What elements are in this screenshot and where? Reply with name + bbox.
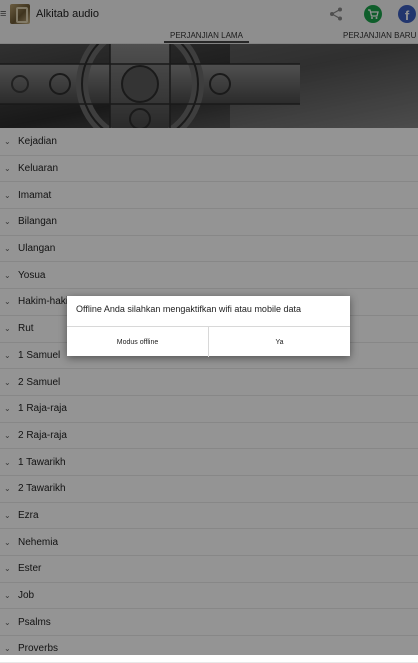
offline-dialog: Offline Anda silahkan mengaktifkan wifi …	[67, 296, 350, 357]
offline-mode-button[interactable]: Modus offline	[67, 327, 208, 357]
yes-button[interactable]: Ya	[208, 327, 350, 357]
dialog-buttons: Modus offline Ya	[67, 326, 350, 357]
dialog-message: Offline Anda silahkan mengaktifkan wifi …	[76, 304, 301, 314]
